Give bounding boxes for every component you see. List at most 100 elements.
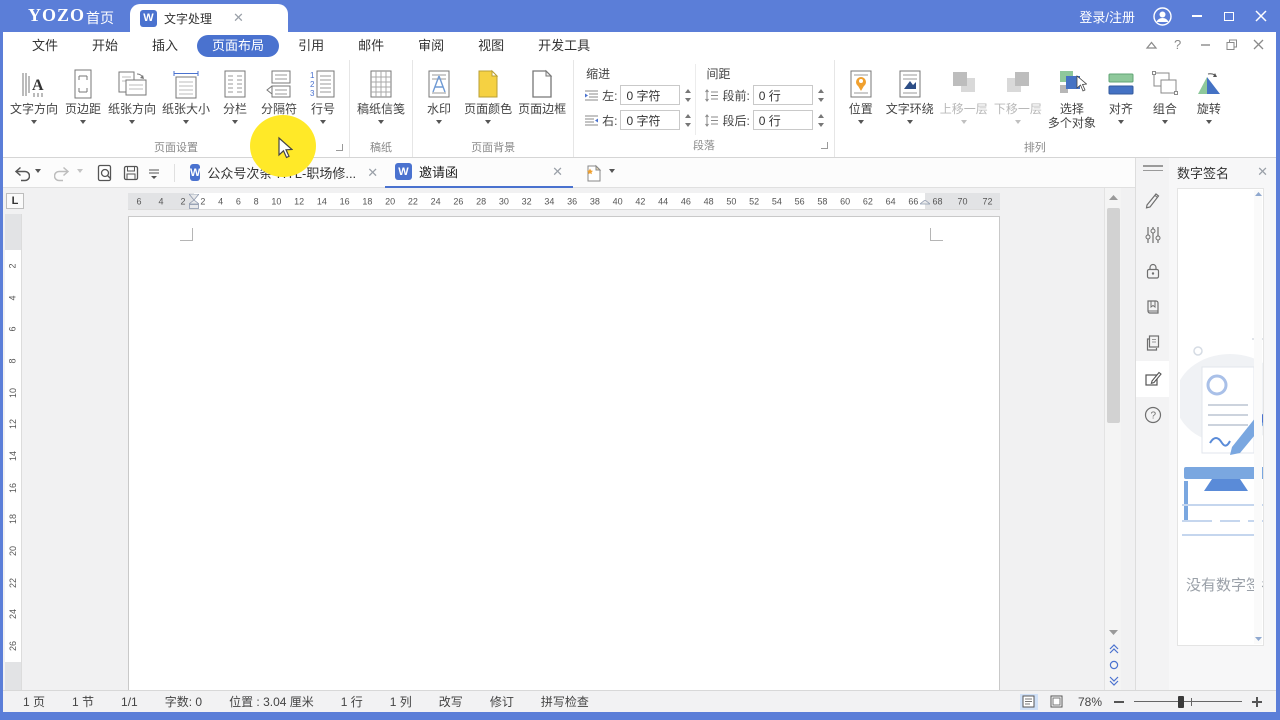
ribbon-minimize-icon[interactable] (1200, 39, 1211, 53)
previous-page-icon[interactable] (1105, 641, 1122, 656)
page-color-button[interactable]: 页面颜色 (461, 64, 515, 128)
scrollbar-thumb[interactable] (1107, 208, 1120, 423)
help-circle-icon[interactable]: ? (1136, 397, 1170, 433)
copy-pages-icon[interactable] (1136, 325, 1170, 361)
spin-down-icon[interactable] (818, 123, 824, 130)
undo-caret-icon[interactable] (35, 169, 41, 176)
status-item[interactable]: 1 列 (390, 693, 412, 710)
first-line-indent-marker[interactable] (189, 193, 199, 200)
panel-scrollbar[interactable] (1254, 190, 1262, 644)
paper-orientation-button[interactable]: 纸张方向 (105, 64, 159, 128)
status-item[interactable]: 1 页 (23, 693, 45, 710)
new-document-caret-icon[interactable] (609, 169, 615, 176)
panel-drag-handle-icon[interactable] (1143, 165, 1163, 171)
vertical-scrollbar[interactable] (1104, 188, 1121, 690)
scroll-down-icon[interactable] (1105, 626, 1122, 640)
menu-item[interactable]: 邮件 (343, 35, 399, 57)
status-item[interactable]: 字数: 0 (165, 693, 202, 710)
space-before-input[interactable]: 0 行 (753, 85, 813, 105)
undo-button[interactable] (9, 162, 33, 184)
restore-window-icon[interactable] (1226, 39, 1238, 54)
new-document-button[interactable] (581, 161, 605, 184)
print-preview-button[interactable] (93, 162, 117, 184)
menu-item[interactable]: 审阅 (403, 35, 459, 57)
scroll-up-icon[interactable] (1105, 191, 1122, 205)
spin-up-icon[interactable] (685, 111, 691, 118)
document-page[interactable] (128, 216, 1000, 690)
paper-size-button[interactable]: 纸张大小 (159, 64, 213, 128)
group-button[interactable]: 组合 (1143, 64, 1187, 128)
rotate-button[interactable]: 旋转 (1187, 64, 1231, 128)
spin-down-icon[interactable] (685, 98, 691, 105)
menu-item[interactable]: 插入 (137, 35, 193, 57)
menu-item[interactable]: 引用 (283, 35, 339, 57)
text-direction-button[interactable]: A 文字方向 (7, 64, 61, 128)
spin-up-icon[interactable] (818, 111, 824, 118)
dialog-launcher-icon[interactable] (336, 144, 343, 151)
position-button[interactable]: 位置 (839, 64, 883, 128)
align-button[interactable]: 对齐 (1099, 64, 1143, 128)
watermark-button[interactable]: 水印 (417, 64, 461, 128)
menu-item[interactable]: 开发工具 (523, 35, 605, 57)
select-objects-button[interactable]: 选择 多个对象 (1045, 64, 1099, 131)
draft-paper-button[interactable]: 稿纸信笺 (354, 64, 408, 128)
lock-icon[interactable] (1136, 253, 1170, 289)
user-avatar-icon[interactable] (1153, 7, 1172, 26)
close-document-icon[interactable] (1253, 39, 1264, 53)
settings-sliders-icon[interactable] (1136, 217, 1170, 253)
app-tab-close-icon[interactable]: ✕ (233, 10, 244, 26)
window-maximize-button[interactable] (1222, 9, 1236, 23)
customize-toolbar-button[interactable] (145, 164, 163, 182)
zoom-slider-handle[interactable] (1178, 696, 1184, 708)
status-item[interactable]: 位置 : 3.04 厘米 (229, 693, 314, 710)
zoom-out-icon[interactable] (1114, 701, 1124, 703)
text-wrap-button[interactable]: 文字环绕 (883, 64, 937, 128)
menu-item[interactable]: 文件 (17, 35, 73, 57)
spin-up-icon[interactable] (685, 86, 691, 93)
notebook-icon[interactable] (1136, 289, 1170, 325)
spin-down-icon[interactable] (818, 98, 824, 105)
space-after-input[interactable]: 0 行 (753, 110, 813, 130)
status-item[interactable]: 1 节 (72, 693, 94, 710)
tab-stop-selector[interactable]: L (6, 193, 24, 209)
spin-up-icon[interactable] (818, 86, 824, 93)
page-border-button[interactable]: 页面边框 (515, 64, 569, 117)
print-layout-view-icon[interactable] (1020, 694, 1038, 710)
hanging-indent-marker[interactable] (189, 200, 199, 209)
collapse-ribbon-icon[interactable] (1145, 39, 1158, 53)
dialog-launcher-icon[interactable] (821, 142, 828, 149)
pen-tool-icon[interactable] (1136, 181, 1170, 217)
tab-close-icon[interactable]: ✕ (552, 164, 563, 180)
help-icon[interactable]: ? (1173, 38, 1185, 54)
columns-button[interactable]: 分栏 (213, 64, 257, 128)
zoom-in-icon[interactable] (1252, 697, 1262, 707)
right-indent-marker[interactable] (920, 200, 930, 209)
line-numbers-button[interactable]: 123 行号 (301, 64, 345, 128)
status-item[interactable]: 改写 (439, 693, 463, 710)
status-item[interactable]: 拼写检查 (541, 693, 589, 710)
window-minimize-button[interactable] (1190, 9, 1204, 23)
home-button[interactable]: 首页 (86, 8, 114, 28)
window-close-button[interactable] (1254, 9, 1268, 23)
digital-signature-icon[interactable] (1136, 361, 1170, 397)
menu-item[interactable]: 开始 (77, 35, 133, 57)
select-browse-object-icon[interactable] (1105, 657, 1122, 672)
status-item[interactable]: 1 行 (341, 693, 363, 710)
indent-right-input[interactable]: 0 字符 (620, 110, 680, 130)
status-item[interactable]: 修订 (490, 693, 514, 710)
save-button[interactable] (119, 162, 143, 184)
menu-item[interactable]: 视图 (463, 35, 519, 57)
login-register-link[interactable]: 登录/注册 (1079, 7, 1135, 26)
panel-close-icon[interactable]: ✕ (1257, 164, 1268, 180)
spin-down-icon[interactable] (685, 123, 691, 130)
zoom-slider[interactable] (1134, 695, 1242, 709)
doc-tab-2-active[interactable]: W 邀请函 ✕ (385, 158, 573, 188)
web-layout-view-icon[interactable] (1048, 694, 1066, 710)
tab-close-icon[interactable]: ✕ (367, 165, 378, 181)
status-item[interactable]: 1/1 (121, 695, 138, 709)
menu-item[interactable]: 页面布局 (197, 35, 279, 57)
next-page-icon[interactable] (1105, 673, 1122, 688)
indent-left-input[interactable]: 0 字符 (620, 85, 680, 105)
app-tab-word[interactable]: W 文字处理 ✕ (130, 4, 288, 32)
margins-button[interactable]: 页边距 (61, 64, 105, 128)
